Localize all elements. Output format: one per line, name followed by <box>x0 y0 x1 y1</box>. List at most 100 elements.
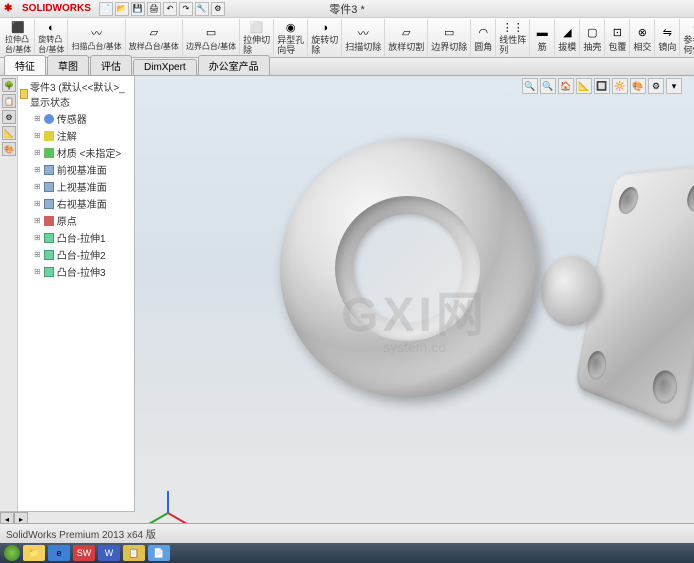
boundary-cut-button[interactable]: ▭边界切除 <box>428 19 471 56</box>
sweep-cut-button[interactable]: 〰扫描切除 <box>342 19 385 56</box>
qat-options-icon[interactable]: ⚙ <box>211 2 225 16</box>
tree-root-label: 零件3 (默认<<默认>_显示状态 <box>30 79 132 109</box>
tree-item[interactable]: ⊞ 上视基准面 <box>20 178 132 195</box>
extrude-boss-button[interactable]: ⬛拉伸凸台/基体 <box>2 19 35 56</box>
tree-root-node[interactable]: 零件3 (默认<<默认>_显示状态 <box>20 78 132 110</box>
taskbar-app2-icon[interactable]: 📄 <box>148 545 170 561</box>
command-tab-0[interactable]: 特征 <box>4 55 46 75</box>
command-tab-1[interactable]: 草图 <box>47 55 89 75</box>
expand-icon[interactable]: ⊞ <box>34 233 41 242</box>
qat-print-icon[interactable]: 🖨 <box>147 2 161 16</box>
qat-rebuild-icon[interactable]: 🔧 <box>195 2 209 16</box>
tree-item[interactable]: ⊞凸台-拉伸1 <box>20 229 132 246</box>
extrude-cut-button[interactable]: ⬜拉伸切除 <box>240 19 274 56</box>
config-manager-tab-icon[interactable]: ⚙ <box>2 110 16 124</box>
draft-button[interactable]: ◢拔模 <box>555 19 580 56</box>
mirror-button[interactable]: ⇋镜向 <box>655 19 680 56</box>
wrap-button[interactable]: ⊡包覆 <box>605 19 630 56</box>
hole-wizard-button[interactable]: ◉异型孔向导 <box>274 19 308 56</box>
qat-save-icon[interactable]: 💾 <box>131 2 145 16</box>
start-button-icon[interactable] <box>4 545 20 561</box>
expand-icon[interactable]: ⊞ <box>34 114 41 123</box>
mirror-icon: ⇋ <box>658 24 676 42</box>
display-manager-tab-icon[interactable]: 🎨 <box>2 142 16 156</box>
revolve-cut-icon: ◑ <box>316 20 334 35</box>
tree-item[interactable]: ⊞传感器 <box>20 110 132 127</box>
taskbar-app-icon[interactable]: 📋 <box>123 545 145 561</box>
loft-boss-button[interactable]: ▱放样凸台/基体 <box>126 19 183 56</box>
rib-button[interactable]: ▬筋 <box>530 19 555 56</box>
tree-item[interactable]: ⊞右视基准面 <box>20 195 132 212</box>
view-tool-5-icon[interactable]: 🔆 <box>612 78 628 94</box>
tree-item[interactable]: ⊞凸台-拉伸3 <box>20 263 132 280</box>
command-tab-4[interactable]: 办公室产品 <box>198 55 270 75</box>
taskbar-explorer-icon[interactable]: 📁 <box>23 545 45 561</box>
taskbar-browser-icon[interactable]: e <box>48 545 70 561</box>
boundary-boss-icon: ▭ <box>202 24 220 42</box>
tree-item-label: 注解 <box>57 128 77 143</box>
revolve-cut-button[interactable]: ◑旋转切除 <box>308 19 342 56</box>
taskbar-sw-icon[interactable]: SW <box>73 545 95 561</box>
qat-redo-icon[interactable]: ↷ <box>179 2 193 16</box>
view-tool-6-icon[interactable]: 🎨 <box>630 78 646 94</box>
taskbar-word-icon[interactable]: W <box>98 545 120 561</box>
qat-new-icon[interactable]: 📄 <box>99 2 113 16</box>
view-tool-7-icon[interactable]: ⚙ <box>648 78 664 94</box>
intersect-button[interactable]: ⊗相交 <box>630 19 655 56</box>
graphics-viewport[interactable]: GXI网 system.co <box>135 76 694 543</box>
property-manager-tab-icon[interactable]: 📋 <box>2 94 16 108</box>
loft-cut-icon: ▱ <box>397 24 415 42</box>
tree-item-label: 上视基准面 <box>57 179 107 194</box>
note-icon <box>44 131 54 141</box>
expand-icon[interactable]: ⊞ <box>34 182 41 191</box>
ribbon-label: 异型孔向导 <box>277 35 304 55</box>
expand-icon[interactable]: ⊞ <box>34 131 41 140</box>
ref-geom-button[interactable]: ✦参考几何体 <box>680 19 694 56</box>
sweep-boss-button[interactable]: 〰扫描凸台/基体 <box>68 19 125 56</box>
ribbon-label: 圆角 <box>474 42 492 52</box>
flange-hole-icon <box>650 367 680 407</box>
view-tool-8-icon[interactable]: ▾ <box>666 78 682 94</box>
command-tab-2[interactable]: 评估 <box>90 55 132 75</box>
linear-pattern-button[interactable]: ⋮⋮线性阵列 <box>496 19 530 56</box>
tree-item[interactable]: ⊞ 注解 <box>20 127 132 144</box>
ribbon-label: 扫描切除 <box>345 42 381 52</box>
expand-icon[interactable]: ⊞ <box>34 267 41 276</box>
tree-item[interactable]: ⊞原点 <box>20 212 132 229</box>
qat-open-icon[interactable]: 📂 <box>115 2 129 16</box>
tree-item[interactable]: ⊞凸台-拉伸2 <box>20 246 132 263</box>
fillet-button[interactable]: ◠圆角 <box>471 19 496 56</box>
view-tool-0-icon[interactable]: 🔍 <box>522 78 538 94</box>
ribbon-label: 边界凸台/基体 <box>186 42 236 52</box>
feature-manager-tab-icon[interactable]: 🌳 <box>2 78 16 92</box>
revolve-boss-button[interactable]: ◐旋转凸台/基体 <box>35 19 68 56</box>
qat-undo-icon[interactable]: ↶ <box>163 2 177 16</box>
shell-button[interactable]: ▢抽壳 <box>580 19 605 56</box>
windows-taskbar: 📁 e SW W 📋 📄 <box>0 543 694 563</box>
view-tool-2-icon[interactable]: 🏠 <box>558 78 574 94</box>
origin-icon <box>44 216 54 226</box>
tree-item[interactable]: ⊞前视基准面 <box>20 161 132 178</box>
shell-icon: ▢ <box>583 24 601 42</box>
orientation-triad[interactable] <box>147 473 187 513</box>
dimxpert-tab-icon[interactable]: 📐 <box>2 126 16 140</box>
plane-icon <box>44 199 54 209</box>
view-tool-3-icon[interactable]: 📐 <box>576 78 592 94</box>
view-tool-4-icon[interactable]: 🔲 <box>594 78 610 94</box>
command-tab-3[interactable]: DimXpert <box>133 59 197 75</box>
ref-geom-icon: ✦ <box>688 20 694 35</box>
boundary-boss-button[interactable]: ▭边界凸台/基体 <box>183 19 240 56</box>
view-tool-1-icon[interactable]: 🔍 <box>540 78 556 94</box>
expand-icon[interactable]: ⊞ <box>34 148 41 157</box>
expand-icon[interactable]: ⊞ <box>34 199 41 208</box>
document-title: 零件3 * <box>329 1 364 17</box>
loft-cut-button[interactable]: ▱放样切割 <box>385 19 428 56</box>
title-bar: ✱ SOLIDWORKS 📄 📂 💾 🖨 ↶ ↷ 🔧 ⚙ 零件3 * <box>0 0 694 18</box>
tree-item[interactable]: ⊞材质 <未指定> <box>20 144 132 161</box>
extrude-boss-icon: ⬛ <box>9 20 27 35</box>
expand-icon[interactable]: ⊞ <box>34 216 41 225</box>
expand-icon[interactable]: ⊞ <box>34 250 41 259</box>
ribbon-label: 相交 <box>633 42 651 52</box>
ribbon-toolbar: ⬛拉伸凸台/基体◐旋转凸台/基体〰扫描凸台/基体▱放样凸台/基体▭边界凸台/基体… <box>0 18 694 58</box>
expand-icon[interactable]: ⊞ <box>34 165 41 174</box>
